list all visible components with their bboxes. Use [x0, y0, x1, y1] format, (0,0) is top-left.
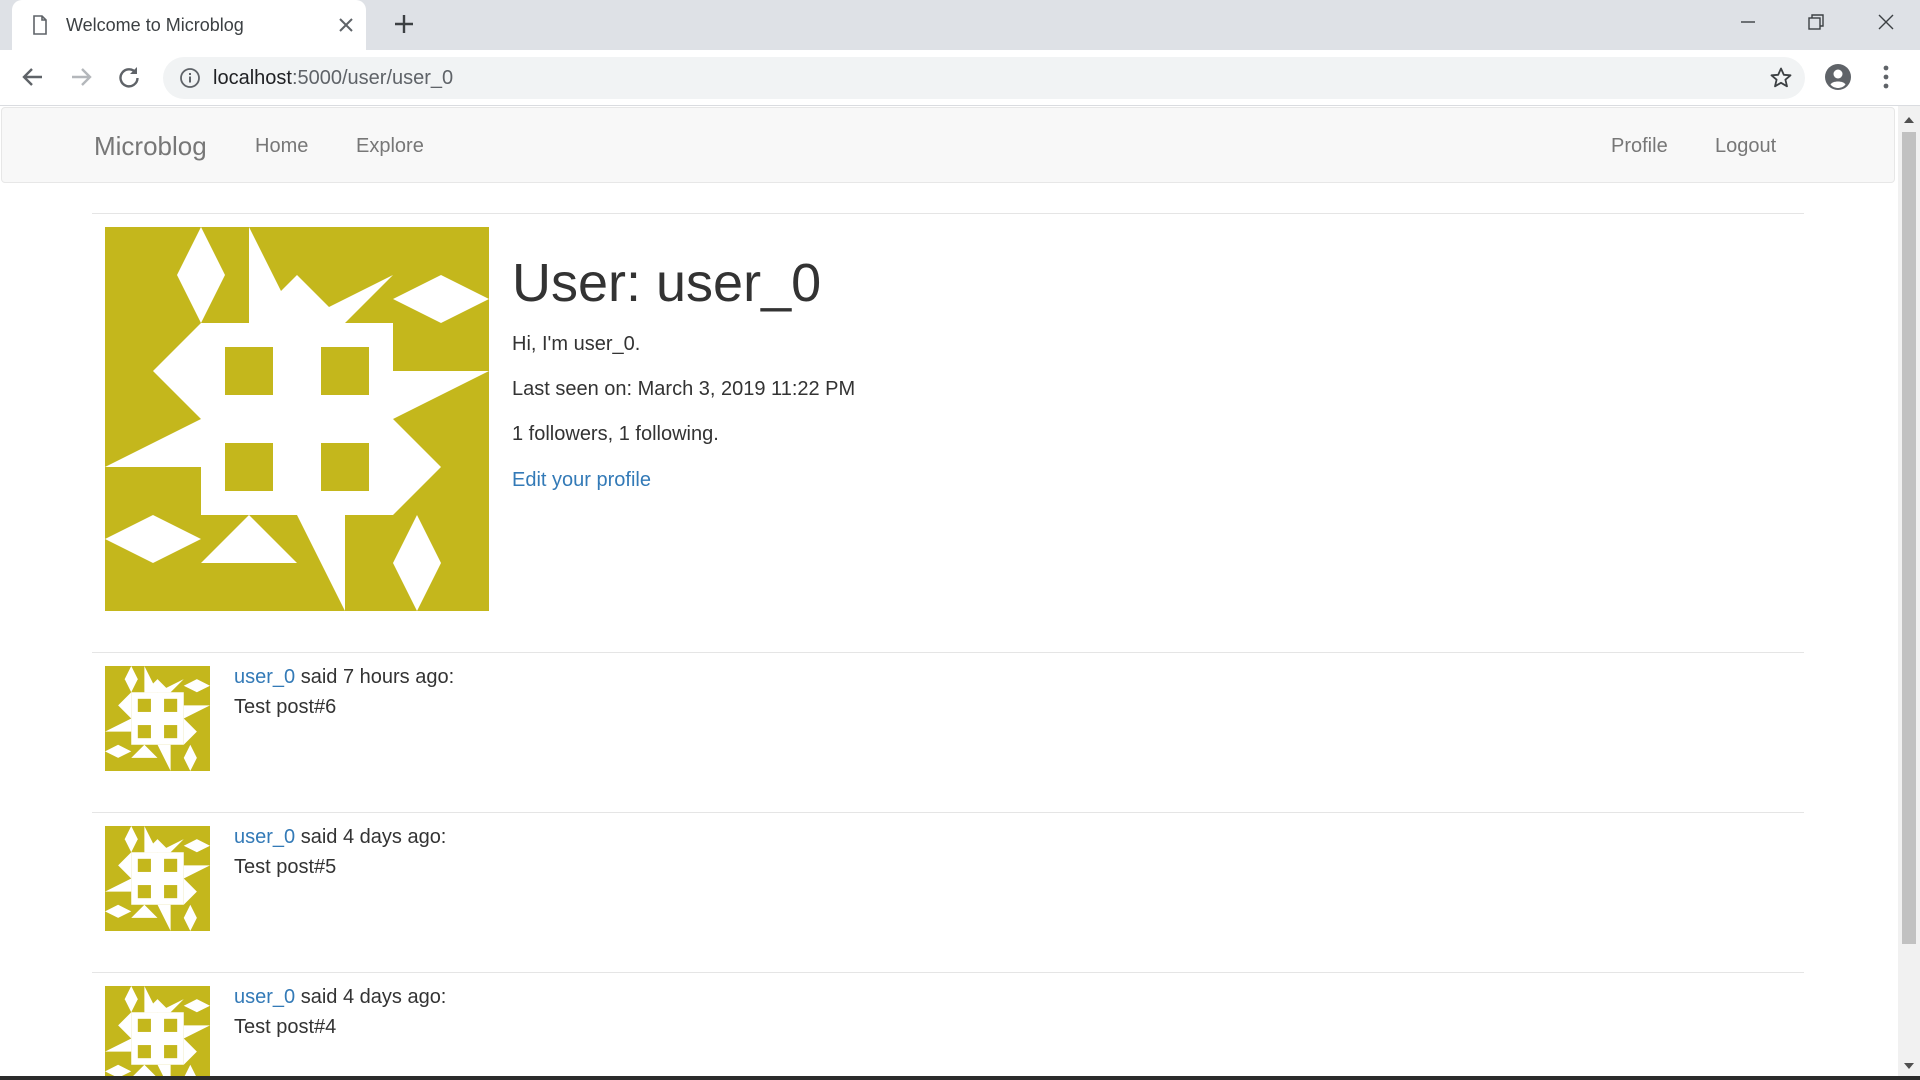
scroll-down-arrow-icon[interactable] — [1903, 1058, 1915, 1076]
divider — [92, 213, 1804, 214]
about-me-text: Hi, I'm user_0. — [512, 333, 641, 355]
post-item: user_0 said 7 hours ago: Test post#6 — [92, 654, 1804, 814]
post-item: user_0 said 4 days ago: Test post#4 — [92, 974, 1804, 1076]
profile-heading: User: user_0 — [512, 253, 822, 313]
plus-icon[interactable] — [393, 13, 415, 40]
post-timestamp: said 4 days ago: — [295, 986, 447, 1008]
post-avatar[interactable] — [105, 826, 210, 931]
tab-title: Welcome to Microblog — [66, 15, 244, 35]
nav-link-explore[interactable]: Explore — [356, 135, 424, 158]
document-icon — [32, 15, 48, 40]
restore-icon[interactable] — [1806, 12, 1826, 37]
divider — [92, 972, 1804, 973]
post-item: user_0 said 4 days ago: Test post#5 — [92, 814, 1804, 974]
reload-icon[interactable] — [116, 64, 142, 95]
last-seen-text: Last seen on: March 3, 2019 11:22 PM — [512, 378, 856, 400]
window-bottom-edge — [0, 1076, 1920, 1080]
post-avatar[interactable] — [105, 986, 210, 1076]
close-icon[interactable] — [336, 15, 356, 40]
url-path: :5000/user/user_0 — [291, 67, 454, 89]
post-author-link[interactable]: user_0 — [234, 666, 295, 688]
browser-toolbar: localhost:5000/user/user_0 — [0, 50, 1920, 106]
post-body: Test post#5 — [234, 856, 337, 878]
arrow-forward-icon[interactable] — [68, 64, 94, 95]
minimize-icon[interactable] — [1738, 12, 1758, 37]
site-navbar: Microblog Home Explore Profile Logout — [1, 107, 1895, 183]
star-icon[interactable] — [1769, 66, 1793, 95]
post-timestamp: said 7 hours ago: — [295, 666, 455, 688]
post-body: Test post#6 — [234, 696, 337, 718]
follow-stats-text: 1 followers, 1 following. — [512, 423, 719, 445]
url-text: localhost:5000/user/user_0 — [213, 67, 453, 90]
navbar-brand[interactable]: Microblog — [94, 131, 207, 162]
address-bar[interactable]: localhost:5000/user/user_0 — [163, 57, 1805, 99]
scroll-thumb[interactable] — [1902, 132, 1916, 944]
nav-link-logout[interactable]: Logout — [1715, 135, 1776, 158]
post-meta: user_0 said 4 days ago: — [234, 986, 446, 1009]
page-scrollbar[interactable] — [1898, 106, 1920, 1076]
edit-profile-link[interactable]: Edit your profile — [512, 469, 651, 492]
kebab-menu-icon[interactable] — [1880, 63, 1892, 96]
post-author-link[interactable]: user_0 — [234, 986, 295, 1008]
browser-tab[interactable]: Welcome to Microblog — [12, 0, 366, 51]
nav-link-profile[interactable]: Profile — [1611, 135, 1668, 158]
page-viewport: Microblog Home Explore Profile Logout Us… — [0, 106, 1898, 1076]
info-icon[interactable] — [179, 67, 201, 94]
divider — [92, 812, 1804, 813]
post-body: Test post#4 — [234, 1016, 337, 1038]
arrow-back-icon[interactable] — [20, 64, 46, 95]
url-host: localhost — [213, 67, 292, 89]
nav-link-home[interactable]: Home — [255, 135, 308, 158]
post-timestamp: said 4 days ago: — [295, 826, 447, 848]
post-meta: user_0 said 4 days ago: — [234, 826, 446, 849]
post-avatar[interactable] — [105, 666, 210, 771]
divider — [92, 652, 1804, 653]
profile-avatar — [105, 227, 489, 611]
scroll-up-arrow-icon[interactable] — [1903, 112, 1915, 130]
post-author-link[interactable]: user_0 — [234, 826, 295, 848]
account-circle-icon[interactable] — [1824, 63, 1852, 96]
post-meta: user_0 said 7 hours ago: — [234, 666, 454, 689]
window-close-icon[interactable] — [1876, 12, 1896, 37]
browser-tabstrip: Welcome to Microblog — [0, 0, 1920, 51]
